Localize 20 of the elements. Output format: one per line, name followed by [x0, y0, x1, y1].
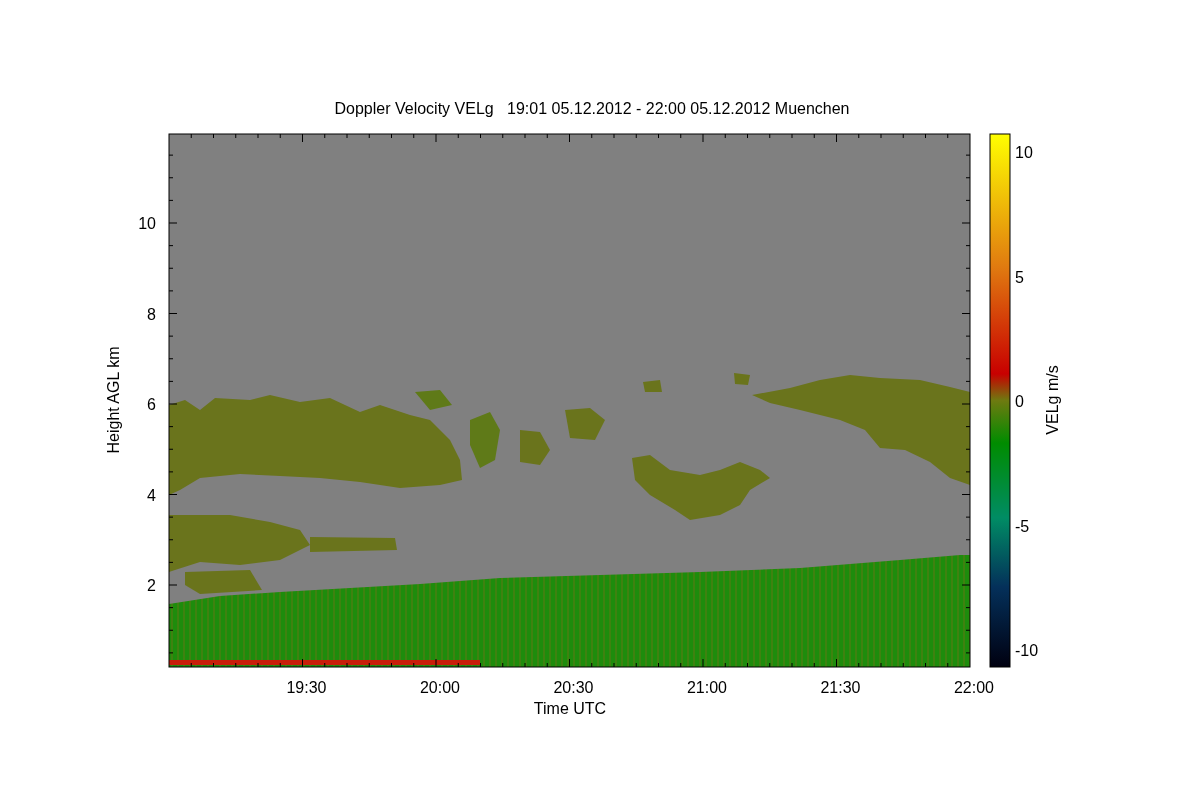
y-tick-label: 8	[147, 305, 156, 323]
y-tick-label: 4	[147, 486, 156, 504]
x-axis-label: Time UTC	[533, 700, 607, 717]
x-tick-label: 22:00	[954, 679, 994, 696]
y-tick-label: 6	[147, 396, 156, 413]
y-tick-label: 2	[147, 577, 156, 594]
x-tick-label: 20:30	[553, 679, 594, 696]
colorbar-tick-label: 0	[1015, 393, 1024, 410]
x-tick-label: 19:30	[286, 679, 327, 696]
plot-title: Doppler Velocity VELg 19:01 05.12.2012 - 22:00 05.12.2012 Muenchen	[334, 100, 850, 117]
colorbar-tick-label: 5	[1015, 268, 1024, 286]
x-tick-label: 21:30	[820, 679, 861, 696]
x-tick-label: 21:00	[687, 679, 727, 696]
y-tick-label: 10	[138, 215, 156, 232]
colorbar-label: VELg m/s	[1044, 365, 1061, 435]
y-axis-label: Height AGL km	[105, 346, 122, 454]
colorbar-tick-label: 10	[1015, 144, 1033, 161]
colorbar-tick-label: -5	[1015, 517, 1030, 535]
colorbar-tick-label: -10	[1015, 642, 1039, 659]
x-tick-label: 20:00	[420, 679, 460, 696]
